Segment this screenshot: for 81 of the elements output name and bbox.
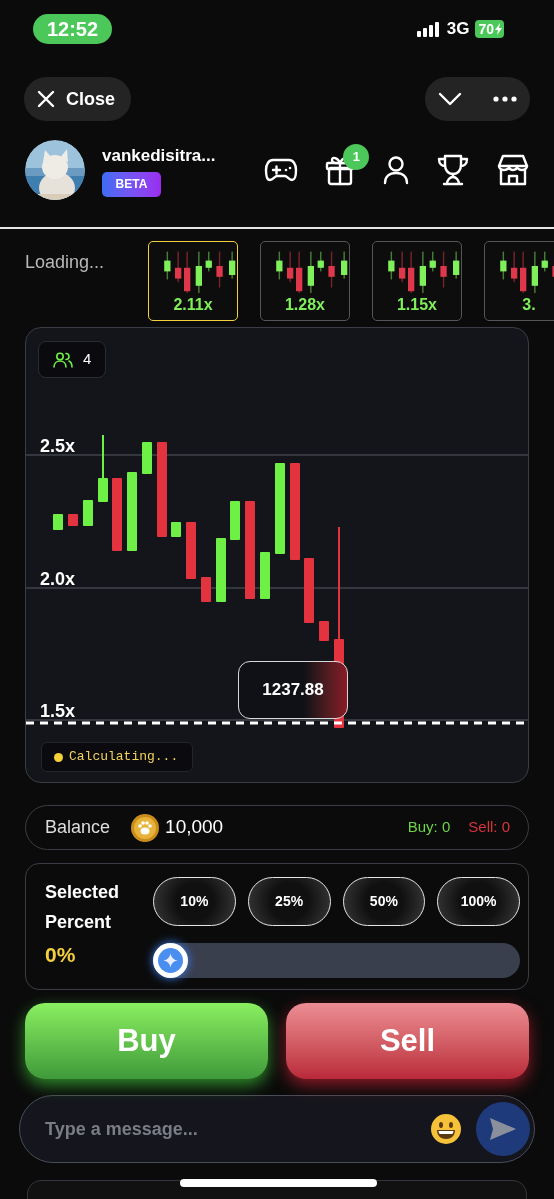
trophy-icon[interactable] bbox=[435, 154, 470, 186]
candle bbox=[296, 251, 303, 293]
sell-count: Sell: 0 bbox=[468, 817, 510, 838]
close-button[interactable]: Close bbox=[24, 77, 132, 121]
network-label: 3G bbox=[446, 18, 470, 41]
candle bbox=[175, 251, 182, 283]
candle bbox=[520, 251, 527, 293]
status-dot-icon bbox=[54, 752, 63, 762]
percent-preset-button[interactable]: 50% bbox=[342, 877, 426, 926]
candle bbox=[453, 251, 460, 279]
person-icon[interactable] bbox=[382, 155, 409, 185]
candle bbox=[541, 251, 548, 272]
percent-preset-button[interactable]: 25% bbox=[247, 877, 331, 926]
candle bbox=[287, 251, 294, 283]
selected-percent-label: Selected Percent bbox=[45, 881, 121, 934]
battery-level: 70 bbox=[478, 22, 494, 36]
emoji-icon[interactable] bbox=[430, 1113, 462, 1145]
slider-thumb[interactable] bbox=[153, 943, 188, 978]
candle bbox=[216, 538, 226, 602]
users-icon bbox=[53, 351, 73, 368]
candle bbox=[419, 251, 426, 293]
candle bbox=[304, 558, 314, 623]
balance-label: Balance bbox=[45, 816, 111, 839]
username: vankedisitra... bbox=[102, 145, 217, 168]
players-badge: 4 bbox=[38, 341, 106, 378]
more-icon[interactable] bbox=[493, 96, 517, 102]
candle bbox=[229, 251, 236, 279]
beta-badge: BETA bbox=[102, 171, 161, 197]
status-badge: Calculating... bbox=[41, 742, 193, 772]
send-button[interactable] bbox=[476, 1102, 530, 1156]
candle bbox=[186, 522, 196, 579]
candle bbox=[171, 522, 181, 537]
candle bbox=[399, 251, 406, 283]
buy-count: Buy: 0 bbox=[407, 817, 451, 838]
candle bbox=[195, 251, 202, 293]
sparkle-icon bbox=[158, 948, 183, 973]
candle bbox=[317, 251, 324, 272]
candle bbox=[341, 251, 348, 279]
round-thumbnail[interactable]: 3. bbox=[484, 241, 554, 321]
round-thumbnail[interactable]: 2.11x bbox=[148, 241, 238, 321]
store-icon[interactable] bbox=[497, 154, 529, 186]
percent-value: 0% bbox=[45, 942, 77, 968]
candle bbox=[260, 552, 270, 599]
axis-label: 1.5x bbox=[40, 702, 76, 720]
candle bbox=[205, 251, 212, 272]
candle bbox=[511, 251, 518, 283]
candle bbox=[319, 621, 329, 641]
status-time: 12:52 bbox=[33, 14, 112, 44]
sell-button[interactable]: Sell bbox=[286, 1003, 529, 1079]
send-icon bbox=[490, 1118, 516, 1140]
loading-label: Loading... bbox=[25, 251, 106, 274]
notification-badge: 1 bbox=[343, 144, 370, 170]
percent-slider[interactable] bbox=[153, 943, 520, 978]
candle bbox=[68, 514, 78, 526]
candle bbox=[408, 251, 415, 293]
candle bbox=[307, 251, 314, 293]
percent-preset-button[interactable]: 10% bbox=[153, 877, 236, 926]
axis-label: 2.0x bbox=[40, 570, 76, 588]
price-tag: 1237.88 bbox=[238, 661, 348, 719]
candle bbox=[83, 500, 93, 526]
candle bbox=[142, 442, 152, 474]
close-icon bbox=[36, 89, 56, 109]
candle bbox=[429, 251, 436, 272]
balance-amount: 10,000 bbox=[165, 815, 224, 840]
message-input[interactable]: Type a message... bbox=[45, 1115, 430, 1143]
candle bbox=[53, 514, 63, 530]
percent-preset-button[interactable]: 100% bbox=[437, 877, 520, 926]
round-thumbnail[interactable]: 1.15x bbox=[372, 241, 462, 321]
candle bbox=[98, 435, 108, 502]
candle bbox=[531, 251, 538, 293]
candle bbox=[230, 501, 240, 540]
chevron-down-icon[interactable] bbox=[438, 92, 462, 106]
axis-label: 2.5x bbox=[40, 437, 76, 455]
gamepad-icon[interactable] bbox=[264, 157, 298, 183]
candle bbox=[184, 251, 191, 293]
coin-icon bbox=[130, 812, 161, 843]
signal-icon bbox=[416, 21, 441, 37]
candle bbox=[201, 577, 211, 602]
round-thumbnail[interactable]: 1.28x bbox=[260, 241, 350, 321]
message-field[interactable]: Type a message... bbox=[19, 1095, 535, 1163]
charging-icon bbox=[495, 23, 502, 35]
